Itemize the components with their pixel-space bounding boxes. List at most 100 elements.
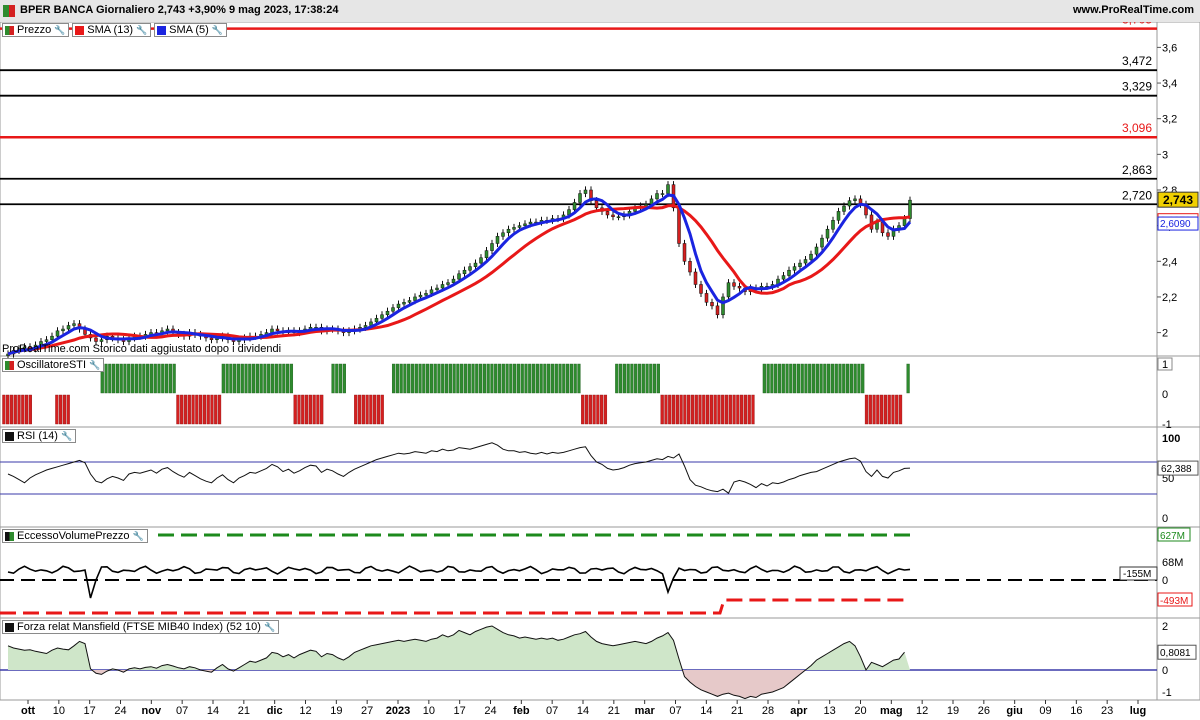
wrench-icon[interactable]: 🔧 bbox=[61, 431, 73, 441]
level-label: 3,329 bbox=[1122, 80, 1152, 94]
sti-tick-label: -1 bbox=[1162, 419, 1172, 431]
sti-bar-down bbox=[191, 394, 195, 425]
legend-evp[interactable]: EccessoVolumePrezzo 🔧 bbox=[2, 529, 148, 543]
legend-sti[interactable]: OscillatoreSTI 🔧 bbox=[2, 358, 105, 372]
sti-bar-down bbox=[13, 394, 17, 425]
panel-frame-sti bbox=[0, 355, 1200, 428]
x-tick-label: 14 bbox=[700, 705, 712, 717]
candle-body bbox=[798, 262, 802, 267]
sti-bar-down bbox=[25, 394, 29, 425]
sti-bar-down bbox=[588, 394, 592, 425]
sti-bar-up bbox=[270, 363, 275, 394]
sti-bar-up bbox=[127, 363, 131, 394]
level-label: 3,096 bbox=[1122, 121, 1152, 135]
x-tick-label: 24 bbox=[114, 705, 126, 717]
sti-bar-down bbox=[21, 394, 25, 425]
sti-bar-up bbox=[513, 363, 517, 394]
wrench-icon[interactable]: 🔧 bbox=[89, 360, 101, 370]
candle-body bbox=[616, 216, 621, 218]
price-tick-label: 2,2 bbox=[1162, 292, 1177, 304]
wrench-icon[interactable]: 🔧 bbox=[264, 622, 276, 632]
sti-bar-down bbox=[312, 394, 316, 425]
candle-body bbox=[737, 286, 742, 289]
sti-bar-up bbox=[558, 363, 562, 394]
wrench-icon[interactable]: 🔧 bbox=[54, 25, 66, 35]
sti-bar-up bbox=[649, 363, 653, 394]
x-tick-label: mar bbox=[635, 705, 656, 717]
sti-bar-up bbox=[331, 363, 335, 394]
wrench-icon[interactable]: 🔧 bbox=[136, 25, 148, 35]
candle-body bbox=[814, 246, 819, 255]
x-tick-label: 10 bbox=[423, 705, 435, 717]
legend-rsi[interactable]: RSI (14) 🔧 bbox=[2, 429, 76, 443]
sti-bar-down bbox=[297, 394, 301, 425]
sti-bar-up bbox=[800, 363, 804, 394]
legend-sma5[interactable]: SMA (5) 🔧 bbox=[154, 23, 227, 37]
sti-bar-down bbox=[373, 394, 377, 425]
sti-bar-up bbox=[452, 363, 456, 394]
sti-bar-down bbox=[199, 394, 203, 425]
x-tick-label: 26 bbox=[978, 705, 990, 717]
site-url[interactable]: www.ProRealTime.com bbox=[1073, 4, 1194, 16]
legend-price-label: Prezzo bbox=[17, 24, 52, 36]
candle-body bbox=[457, 273, 461, 280]
sti-bar-up bbox=[774, 363, 778, 394]
candle-body bbox=[809, 253, 813, 260]
level-label: 2,863 bbox=[1122, 163, 1152, 177]
sti-bar-up bbox=[766, 363, 770, 394]
sti-bar-up bbox=[157, 363, 161, 394]
sti-bar-up bbox=[861, 363, 865, 394]
x-tick-label: 07 bbox=[546, 705, 558, 717]
sma5-swatch bbox=[157, 25, 167, 35]
x-tick-label: 28 bbox=[762, 705, 774, 717]
candle-body bbox=[842, 205, 846, 212]
candle-body bbox=[407, 300, 412, 303]
sti-bar-up bbox=[282, 363, 286, 394]
rsi-swatch bbox=[5, 431, 14, 441]
sti-bar-up bbox=[410, 363, 415, 394]
candle-body bbox=[506, 228, 511, 234]
sti-bar-down bbox=[895, 394, 899, 425]
sti-bar-down bbox=[891, 394, 895, 425]
legend-sma13[interactable]: SMA (13) 🔧 bbox=[72, 23, 152, 37]
x-tick-label: 10 bbox=[53, 705, 65, 717]
sti-bar-up bbox=[437, 363, 441, 394]
sti-bar-down bbox=[747, 394, 751, 425]
legend-mansfield[interactable]: Forza relat Mansfield (FTSE MIB40 Index)… bbox=[2, 620, 279, 634]
sti-bar-up bbox=[441, 363, 445, 394]
sti-bar-down bbox=[2, 394, 6, 425]
candle-body bbox=[803, 259, 808, 264]
sti-bar-up bbox=[566, 363, 570, 394]
sti-bar-up bbox=[286, 363, 290, 394]
mansfield-tick-label: 2 bbox=[1162, 621, 1168, 633]
candle-body bbox=[693, 271, 698, 285]
wrench-icon[interactable]: 🔧 bbox=[133, 531, 145, 541]
sti-bar-down bbox=[724, 394, 729, 425]
sti-bar-up bbox=[562, 363, 566, 394]
sti-bar-down bbox=[868, 394, 872, 425]
legend-price[interactable]: Prezzo 🔧 bbox=[2, 23, 70, 37]
sti-bar-up bbox=[615, 363, 619, 394]
sti-bar-down bbox=[668, 394, 672, 425]
chart-canvas[interactable]: 22,22,42,62,833,23,43,63,7053,4723,3293,… bbox=[0, 22, 1200, 720]
sti-bar-up bbox=[645, 363, 649, 394]
evp-upper-label: 627M bbox=[1160, 531, 1185, 542]
sti-bar-up bbox=[456, 363, 460, 394]
wrench-icon[interactable]: 🔧 bbox=[212, 25, 224, 35]
candle-body bbox=[528, 221, 533, 225]
candle-body bbox=[710, 302, 714, 307]
sti-bar-down bbox=[683, 394, 687, 425]
candle-body bbox=[209, 337, 214, 340]
candle-body bbox=[517, 225, 522, 228]
sti-bar-down bbox=[214, 394, 218, 425]
data-source-note: ProRealTime.com Storico dati aggiustato … bbox=[2, 343, 282, 355]
sti-bar-up bbox=[528, 363, 532, 394]
candle-body bbox=[473, 262, 478, 267]
chart-app-icon bbox=[3, 5, 15, 17]
sti-bar-down bbox=[600, 394, 604, 425]
sti-bar-down bbox=[308, 394, 312, 425]
sti-bar-down bbox=[202, 394, 206, 425]
sti-bar-up bbox=[777, 363, 782, 394]
sti-bar-up bbox=[853, 363, 857, 394]
sti-bar-down bbox=[660, 394, 664, 425]
